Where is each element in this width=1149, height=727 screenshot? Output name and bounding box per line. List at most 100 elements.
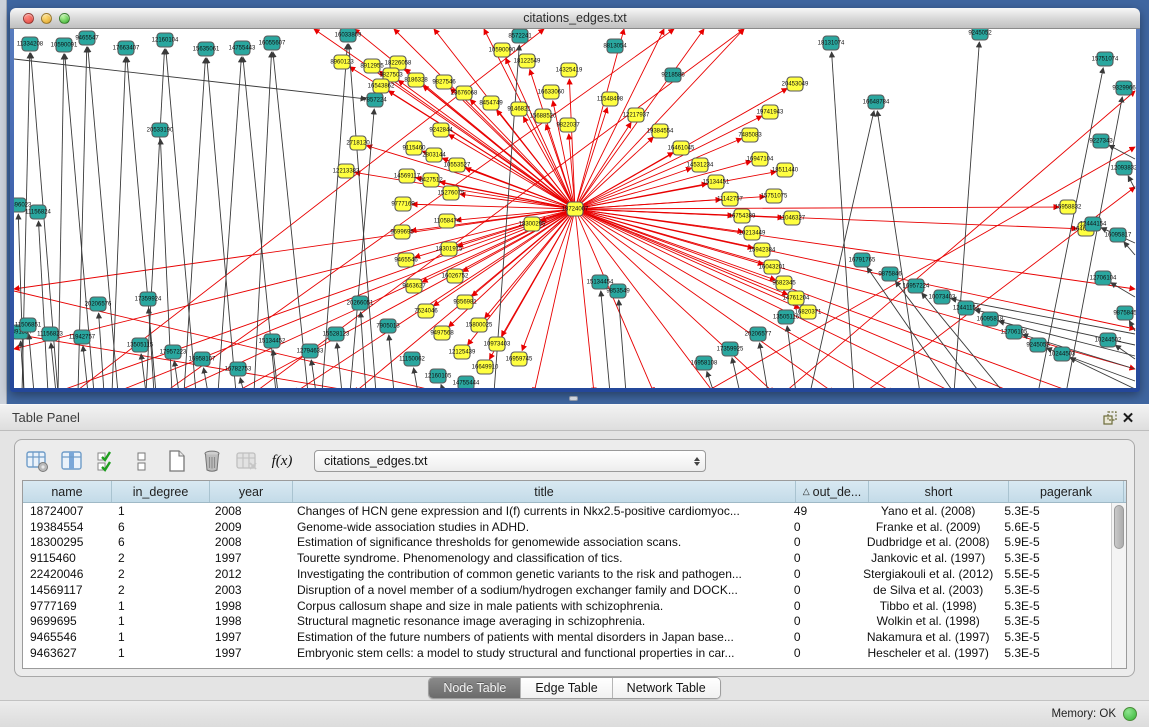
- table-row[interactable]: 969969511998Structural magnetic resonanc…: [23, 614, 1111, 630]
- network-window-titlebar[interactable]: citations_edges.txt: [10, 8, 1140, 29]
- graph-node[interactable]: 16633060: [538, 85, 565, 99]
- graph-node[interactable]: 11334208: [17, 37, 44, 51]
- column-header-in_degree[interactable]: in_degree: [112, 481, 210, 502]
- select-all-checks-icon[interactable]: [94, 448, 120, 474]
- column-header-out_de[interactable]: △out_de...: [796, 481, 869, 502]
- tab-edge-table[interactable]: Edge Table: [521, 678, 612, 698]
- graph-node[interactable]: 12160105: [425, 369, 452, 383]
- graph-node[interactable]: 16033809: [335, 29, 362, 42]
- column-header-name[interactable]: name: [23, 481, 112, 502]
- graph-node[interactable]: 16754389: [729, 209, 756, 223]
- table-row[interactable]: 911546021997Tourette syndrome. Phenomeno…: [23, 550, 1111, 566]
- graph-node[interactable]: 10213449: [739, 226, 766, 240]
- graph-node[interactable]: 7624046: [414, 304, 438, 318]
- function-builder-icon[interactable]: f(x): [269, 448, 295, 474]
- graph-node[interactable]: 16648784: [863, 95, 890, 109]
- table-settings-icon[interactable]: [24, 448, 50, 474]
- graph-node[interactable]: 13505115: [127, 338, 154, 352]
- close-panel-icon[interactable]: ✕: [1119, 409, 1137, 427]
- graph-node[interactable]: 2718120: [346, 136, 370, 150]
- graph-node[interactable]: 12794633: [297, 344, 324, 358]
- column-header-short[interactable]: short: [869, 481, 1009, 502]
- graph-node[interactable]: 10590090: [489, 43, 516, 57]
- graph-node[interactable]: 16043201: [759, 260, 786, 274]
- graph-node[interactable]: 14755443: [229, 41, 256, 55]
- graph-node[interactable]: 9822037: [556, 118, 580, 132]
- table-row[interactable]: 1830029562008Estimation of significance …: [23, 535, 1111, 551]
- graph-node[interactable]: 8813054: [603, 39, 627, 53]
- graph-node[interactable]: 15688520: [530, 109, 557, 123]
- graph-node[interactable]: 14325419: [556, 63, 583, 77]
- graph-node[interactable]: 9465546: [394, 253, 418, 267]
- graph-node[interactable]: 9218586: [661, 68, 685, 82]
- graph-node[interactable]: 8454749: [479, 96, 503, 110]
- new-column-icon[interactable]: [164, 448, 190, 474]
- table-row[interactable]: 977716911998Corpus callosum shape and si…: [23, 598, 1111, 614]
- graph-node[interactable]: 15958832: [1055, 200, 1082, 214]
- graph-node[interactable]: 10590091: [51, 38, 78, 52]
- table-row[interactable]: 1872400712008Changes of HCN gene express…: [23, 503, 1111, 519]
- graph-node[interactable]: 9699695: [390, 225, 414, 239]
- graph-node[interactable]: 20533190: [147, 123, 174, 137]
- graph-node[interactable]: 11942757: [69, 330, 96, 344]
- table-row[interactable]: 1456911722003Disruption of a novel membe…: [23, 582, 1111, 598]
- graph-node[interactable]: 7857224: [363, 93, 387, 107]
- graph-node[interactable]: 16095818: [977, 312, 1004, 326]
- graph-node[interactable]: 16055607: [259, 36, 286, 50]
- graph-node[interactable]: 12093832: [1111, 161, 1136, 175]
- graph-node[interactable]: 10244502: [1095, 333, 1122, 347]
- graph-node[interactable]: 9356981: [453, 295, 477, 309]
- graph-node[interactable]: 18511440: [772, 163, 799, 177]
- graph-node[interactable]: 19384554: [647, 124, 674, 138]
- graph-node[interactable]: 15800025: [466, 318, 493, 332]
- graph-node[interactable]: 9497568: [430, 326, 454, 340]
- graph-node[interactable]: 10973403: [484, 337, 511, 351]
- graph-node[interactable]: 14755444: [453, 376, 480, 388]
- graph-node[interactable]: 20206577: [745, 327, 772, 341]
- graph-node[interactable]: 16791765: [849, 253, 876, 267]
- graph-node[interactable]: 17359924: [135, 292, 162, 306]
- graph-node[interactable]: 14569117: [394, 169, 421, 183]
- panel-splitter-handle[interactable]: [569, 396, 578, 401]
- graph-node[interactable]: 18131074: [818, 36, 845, 50]
- table-row[interactable]: 946362711997Embryonic stem cells: a mode…: [23, 645, 1111, 661]
- graph-node[interactable]: 9875845: [1113, 306, 1136, 320]
- graph-node[interactable]: 8427512: [419, 173, 443, 187]
- graph-node[interactable]: 9682345: [772, 276, 796, 290]
- unselect-all-icon[interactable]: [129, 448, 155, 474]
- column-header-pagerank[interactable]: pagerank: [1009, 481, 1124, 502]
- graph-node[interactable]: 9465547: [75, 31, 99, 45]
- graph-node[interactable]: 15134451: [703, 175, 730, 189]
- table-selector-dropdown[interactable]: citations_edges.txt: [314, 450, 706, 472]
- graph-node[interactable]: 9875846: [878, 267, 902, 281]
- graph-node[interactable]: 9146821: [507, 102, 531, 116]
- graph-node[interactable]: 7485083: [738, 128, 762, 142]
- graph-node[interactable]: 11548498: [597, 92, 624, 106]
- graph-node[interactable]: 15751074: [1092, 52, 1119, 66]
- graph-node[interactable]: 11046327: [779, 211, 806, 225]
- graph-node[interactable]: 15942384: [749, 243, 776, 257]
- graph-node[interactable]: 9777169: [391, 197, 415, 211]
- graph-node[interactable]: 12160104: [152, 33, 179, 47]
- graph-node[interactable]: 9853549: [606, 284, 630, 298]
- float-panel-icon[interactable]: [1101, 409, 1119, 427]
- graph-node[interactable]: 11150062: [399, 352, 425, 366]
- graph-node[interactable]: 16959745: [506, 352, 533, 366]
- scrollbar-thumb[interactable]: [1114, 505, 1124, 549]
- delete-table-icon[interactable]: [234, 448, 260, 474]
- tab-node-table[interactable]: Node Table: [429, 678, 521, 698]
- graph-node[interactable]: 12213383: [333, 164, 360, 178]
- graph-node[interactable]: 8912955: [360, 59, 384, 73]
- memory-status-indicator[interactable]: [1123, 707, 1137, 721]
- table-row[interactable]: 946554611997Estimation of the future num…: [23, 629, 1111, 645]
- table-row[interactable]: 2242004622012Investigating the contribut…: [23, 566, 1111, 582]
- graph-node[interactable]: 16649910: [472, 360, 499, 374]
- graph-node[interactable]: 16957224: [903, 279, 930, 293]
- graph-node[interactable]: 7905013: [376, 319, 400, 333]
- graph-node[interactable]: 2803144: [422, 148, 446, 162]
- graph-node[interactable]: 15134452: [259, 334, 286, 348]
- graph-node[interactable]: 16782753: [225, 362, 252, 376]
- graph-node[interactable]: 9245052: [968, 29, 992, 40]
- graph-node[interactable]: 15751075: [761, 189, 788, 203]
- column-header-title[interactable]: title: [293, 481, 796, 502]
